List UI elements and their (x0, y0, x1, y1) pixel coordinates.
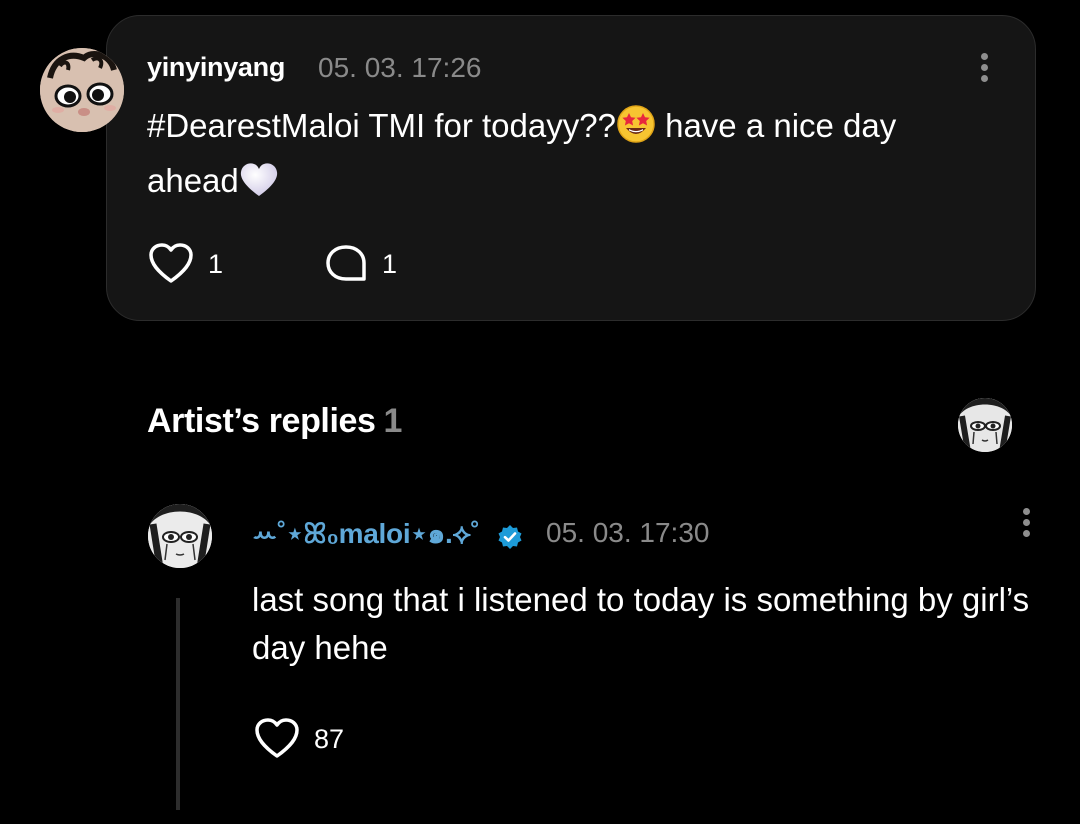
post-comment-count: 1 (382, 248, 398, 279)
reply-thread-line (176, 598, 180, 810)
comment-bubble-icon (326, 245, 366, 281)
reply-like-button[interactable]: 87 (254, 718, 344, 760)
artist-avatar[interactable] (958, 398, 1012, 452)
post-more-options-icon[interactable] (974, 50, 994, 90)
post-timestamp: 05. 03. 17:26 (318, 52, 482, 83)
post-author-avatar[interactable] (40, 48, 124, 132)
post-like-button[interactable]: 1 (148, 243, 223, 285)
heart-icon (149, 243, 193, 283)
heart-icon (255, 718, 299, 758)
reply-author-avatar[interactable] (148, 504, 212, 568)
reply-body: last song that i listened to today is so… (252, 581, 1030, 666)
reply-author-name[interactable]: ꕀ˚⋆ꕤ₀maloi⋆๑.⟡˚ (252, 512, 480, 556)
artist-replies-count: 1 (383, 402, 403, 440)
reply-like-count: 87 (314, 723, 345, 754)
star-struck-emoji-icon (616, 104, 656, 157)
reply-more-options-icon[interactable] (1016, 505, 1036, 545)
post-body: #DearestMaloi TMI for todayy?? have a ni… (147, 102, 997, 212)
post-author-name[interactable]: yinyinyang (147, 52, 285, 83)
white-heart-emoji-icon (239, 161, 279, 212)
verified-badge-icon (498, 525, 522, 549)
reply-timestamp: 05. 03. 17:30 (546, 517, 710, 548)
artist-replies-heading: Artist’s replies 1 (147, 402, 402, 441)
post-comment-button[interactable]: 1 (324, 243, 397, 285)
post-text-part1: #DearestMaloi TMI for todayy?? (147, 107, 616, 144)
post-like-count: 1 (208, 248, 224, 279)
artist-replies-title: Artist’s replies (147, 402, 376, 440)
